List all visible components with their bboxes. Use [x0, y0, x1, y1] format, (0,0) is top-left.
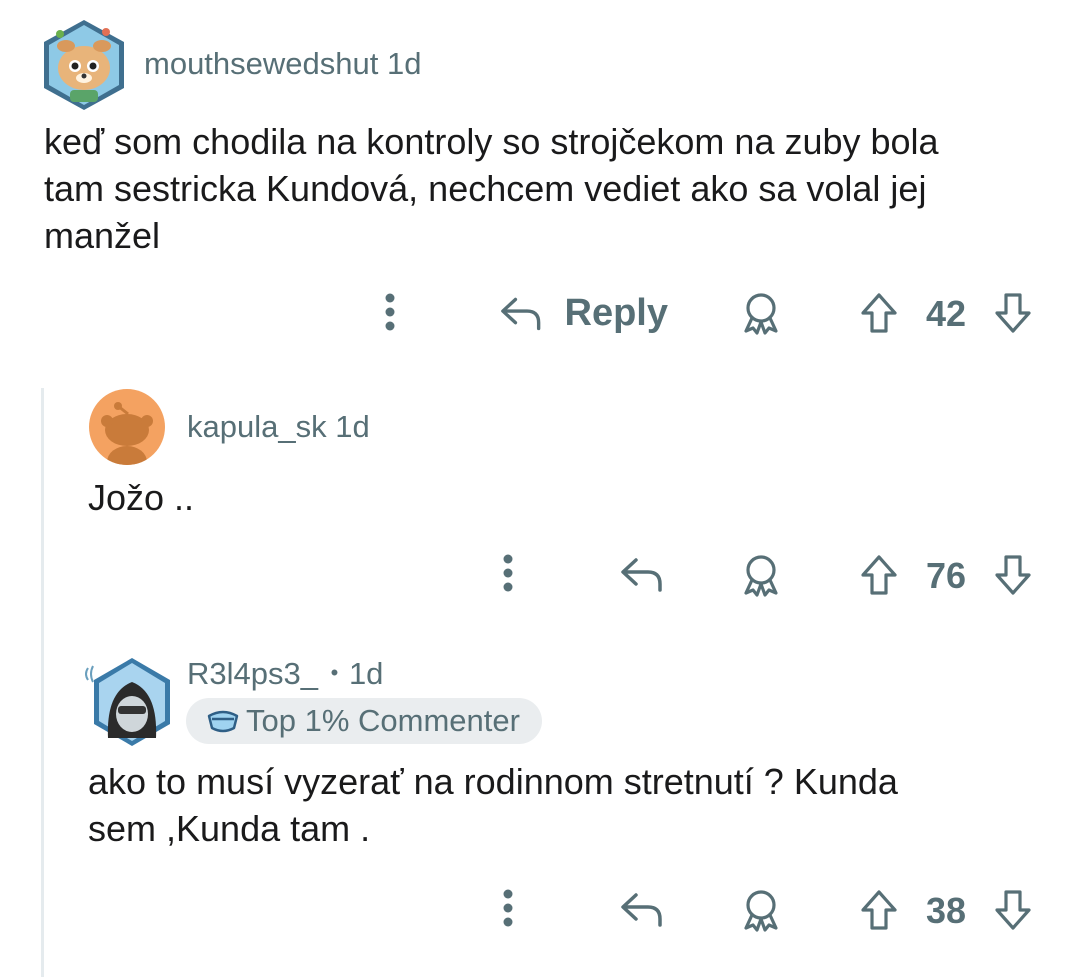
reply-arrow-icon [621, 893, 662, 927]
upvote-arrow-icon [861, 555, 897, 595]
comment-username[interactable]: kapula_sk 1d [187, 409, 370, 445]
reply-label: Reply [564, 291, 668, 334]
badge-label: Top 1% Commenter [246, 703, 520, 738]
comment-body: Jožo .. [88, 474, 194, 521]
thread-line[interactable] [41, 388, 44, 977]
avatar-snoo-icon [89, 389, 165, 465]
award-button[interactable] [738, 887, 784, 933]
separator-dot: • [330, 660, 339, 685]
username-text[interactable]: mouthsewedshut [144, 46, 378, 81]
overflow-dots-icon [503, 889, 513, 927]
overflow-dots-icon [503, 554, 513, 592]
award-icon [744, 555, 778, 597]
award-icon [744, 890, 778, 932]
vote-count: 76 [926, 555, 967, 596]
reply-arrow-icon [501, 297, 541, 331]
reply-button[interactable]: Reply [498, 288, 668, 338]
upvote-button[interactable] [858, 290, 900, 336]
vote-count: 42 [926, 293, 967, 334]
reply-arrow-icon [621, 558, 662, 592]
avatar-deer-icon [44, 20, 124, 110]
avatar[interactable] [40, 16, 128, 112]
award-button[interactable] [738, 552, 784, 598]
comment-body-line: manžel [44, 215, 161, 256]
comment-body: keď som chodila na kontroly so strojčeko… [44, 118, 1054, 259]
comment-username[interactable]: mouthsewedshut 1d [144, 46, 421, 82]
reply-button[interactable] [616, 550, 666, 598]
downvote-arrow-icon [995, 555, 1031, 595]
comment-body-line: sem ,Kunda tam . [88, 808, 371, 849]
comment-username[interactable]: R3l4ps3_ • 1d [187, 656, 383, 692]
upvote-arrow-icon [861, 293, 897, 333]
comment-body-line: ako to musí vyzerať na rodinnom stretnut… [88, 761, 898, 802]
shades-badge-icon [206, 706, 240, 736]
downvote-button[interactable] [992, 290, 1034, 336]
username-text[interactable]: R3l4ps3_ [187, 656, 318, 691]
comment-body-line: tam sestricka Kundová, nechcem vediet ak… [44, 168, 927, 209]
award-icon [744, 293, 778, 335]
downvote-arrow-icon [995, 890, 1031, 930]
downvote-button[interactable] [992, 552, 1034, 598]
avatar-hooded-icon [85, 658, 170, 746]
downvote-button[interactable] [992, 887, 1034, 933]
overflow-menu-button[interactable] [488, 551, 528, 595]
comment-age: 1d [348, 656, 384, 691]
vote-count: 38 [926, 890, 967, 931]
upvote-arrow-icon [861, 890, 897, 930]
upvote-button[interactable] [858, 887, 900, 933]
reply-button[interactable] [616, 885, 666, 933]
overflow-menu-button[interactable] [488, 886, 528, 930]
comment-body: ako to musí vyzerať na rodinnom stretnut… [88, 758, 1048, 852]
avatar[interactable] [88, 388, 166, 466]
overflow-dots-icon [385, 293, 395, 331]
upvote-button[interactable] [858, 552, 900, 598]
comment-age: 1d [335, 409, 370, 444]
avatar[interactable] [84, 652, 174, 750]
comment-body-line: keď som chodila na kontroly so strojčeko… [44, 121, 939, 162]
comment-body-line: Jožo .. [88, 477, 195, 518]
top-commenter-badge[interactable]: Top 1% Commenter [186, 698, 542, 744]
downvote-arrow-icon [995, 293, 1031, 333]
comment-age: 1d [387, 46, 422, 81]
award-button[interactable] [738, 290, 784, 336]
overflow-menu-button[interactable] [370, 290, 410, 334]
username-text[interactable]: kapula_sk [187, 409, 327, 444]
